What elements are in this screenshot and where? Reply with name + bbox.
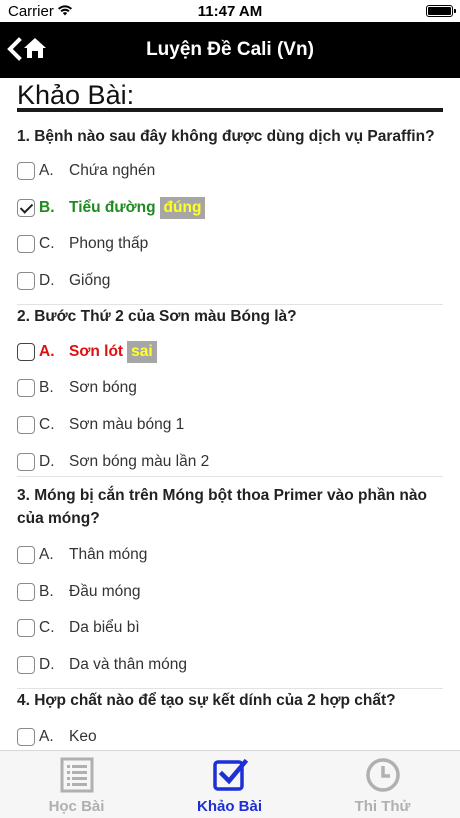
quiz-content[interactable]: Khảo Bài: 1. Bệnh nào sau đây không được…: [0, 78, 460, 750]
option-letter: A.: [39, 728, 54, 745]
q1-option-b[interactable]: B. Tiểu đường đúng: [17, 196, 437, 220]
option-text: Sơn bóng: [69, 379, 137, 396]
q4-option-a[interactable]: A. Keo: [17, 725, 437, 749]
option-text: Da biểu bì: [69, 619, 140, 636]
list-icon: [60, 757, 93, 793]
option-letter: B.: [39, 379, 54, 396]
q2-option-a[interactable]: A. Sơn lót sai: [17, 340, 437, 364]
option-text: Tiểu đường: [69, 199, 156, 216]
q2-option-b[interactable]: B. Sơn bóng: [17, 376, 437, 400]
nav-title: Luyện Đề Cali (Vn): [146, 39, 314, 60]
question-1: 1. Bệnh nào sau đây không được dùng dịch…: [17, 128, 435, 145]
option-text: Giống: [69, 272, 111, 289]
checkbox[interactable]: [17, 343, 35, 361]
q1-option-c[interactable]: C. Phong thấp: [17, 232, 437, 256]
tab-khao-bai[interactable]: Khảo Bài: [153, 751, 306, 818]
q3-option-a[interactable]: A. Thân móng: [17, 543, 437, 567]
option-text: Sơn lót: [69, 343, 124, 360]
q1-option-d[interactable]: D. Giống: [17, 269, 437, 293]
navigation-bar: Luyện Đề Cali (Vn): [0, 22, 460, 78]
page-title: Khảo Bài:: [17, 80, 135, 110]
q3-option-b[interactable]: B. Đầu móng: [17, 580, 437, 604]
status-bar: Carrier 11:47 AM: [0, 0, 460, 22]
clock-icon: [365, 758, 400, 792]
checkbox[interactable]: [17, 453, 35, 471]
checkbox[interactable]: [17, 235, 35, 253]
tab-thi-thu[interactable]: Thi Thử: [306, 751, 459, 818]
title-divider: [17, 108, 443, 112]
option-letter: D.: [39, 272, 55, 289]
option-text: Đầu móng: [69, 583, 141, 600]
option-letter: C.: [39, 235, 55, 252]
q1-option-a[interactable]: A. Chứa nghén: [17, 159, 437, 183]
option-letter: D.: [39, 656, 55, 673]
option-text: Keo: [69, 728, 97, 745]
battery-icon: [426, 5, 456, 17]
checkbox[interactable]: [17, 656, 35, 674]
tab-label: Khảo Bài: [196, 798, 262, 815]
wrong-badge: sai: [127, 341, 157, 363]
q3-option-c[interactable]: C. Da biểu bì: [17, 616, 437, 640]
question-4: 4. Hợp chất nào để tạo sự kết dính của 2…: [17, 692, 396, 709]
checkbox[interactable]: [17, 162, 35, 180]
option-letter: A.: [39, 343, 55, 360]
tab-bar: Học Bài Khảo Bài Thi Thử: [0, 750, 460, 818]
option-text: Sơn màu bóng 1: [69, 416, 185, 433]
tab-label: Học Bài: [48, 798, 105, 815]
tab-hoc-bai[interactable]: Học Bài: [0, 751, 153, 818]
checkbox[interactable]: [17, 272, 35, 290]
question-divider: [17, 476, 443, 477]
option-text: Da và thân móng: [69, 656, 188, 673]
checkbox[interactable]: [17, 619, 35, 637]
checkbox[interactable]: [17, 583, 35, 601]
option-text: Phong thấp: [69, 235, 149, 252]
option-letter: A.: [39, 162, 54, 179]
option-letter: C.: [39, 619, 55, 636]
correct-badge: đúng: [159, 197, 206, 219]
question-2: 2. Bước Thứ 2 của Sơn màu Bóng là?: [17, 308, 297, 325]
checkbox[interactable]: [17, 728, 35, 746]
option-letter: B.: [39, 199, 55, 216]
tab-label: Thi Thử: [354, 798, 411, 815]
q2-option-d[interactable]: D. Sơn bóng màu lần 2: [17, 450, 437, 474]
checkbox[interactable]: [17, 416, 35, 434]
checkbox[interactable]: [17, 546, 35, 564]
q3-option-d[interactable]: D. Da và thân móng: [17, 653, 437, 677]
question-3: 3. Móng bị cắn trên Móng bột thoa Primer…: [17, 487, 427, 527]
checkbox[interactable]: [17, 379, 35, 397]
checkbox-icon: [212, 758, 248, 791]
option-text: Thân móng: [69, 546, 148, 563]
option-text: Chứa nghén: [69, 162, 156, 179]
option-letter: D.: [39, 453, 55, 470]
option-letter: B.: [39, 583, 54, 600]
checkbox-checked[interactable]: [17, 199, 35, 217]
clock-time: 11:47 AM: [197, 3, 263, 20]
option-text: Sơn bóng màu lần 2: [69, 453, 210, 470]
option-letter: C.: [39, 416, 55, 433]
q2-option-c[interactable]: C. Sơn màu bóng 1: [17, 413, 437, 437]
option-letter: A.: [39, 546, 54, 563]
